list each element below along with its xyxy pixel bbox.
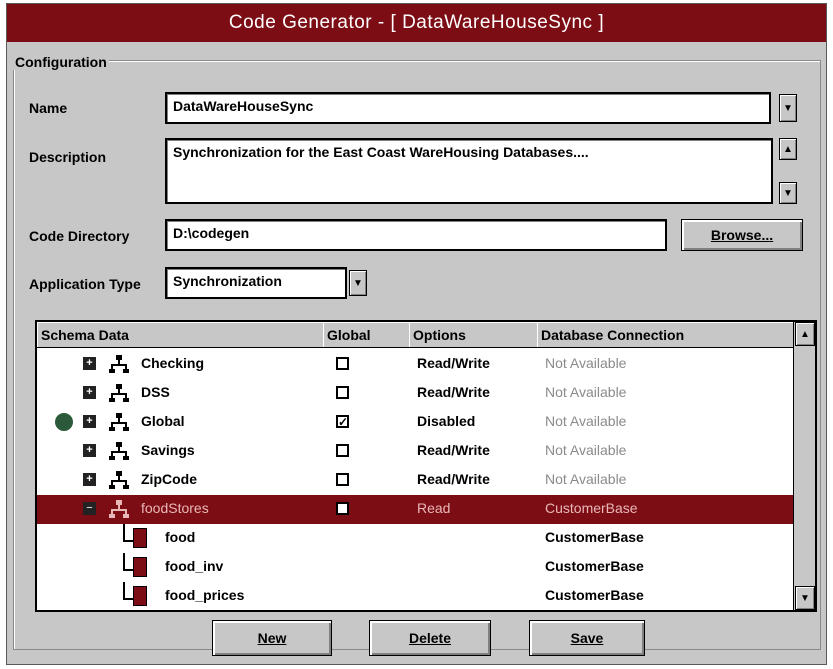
description-label: Description [29, 149, 107, 165]
schema-tree-icon [109, 499, 129, 519]
schema-tree-icon [109, 470, 129, 490]
database-connection-cell: Not Available [545, 355, 627, 371]
application-type-dropdown-button[interactable]: ▼ [349, 270, 367, 296]
schema-name-cell: foodStores [141, 500, 209, 516]
title-bar[interactable]: Code Generator - [ DataWareHouseSync ] [7, 4, 826, 42]
table-icon [133, 557, 147, 577]
schema-tree-icon [109, 383, 129, 403]
delete-button[interactable]: Delete [369, 620, 491, 656]
application-type-select[interactable]: Synchronization [165, 267, 347, 299]
expand-icon[interactable]: + [83, 473, 96, 486]
up-arrow-icon: ▲ [783, 143, 793, 155]
down-arrow-icon: ▼ [353, 277, 363, 289]
table-row[interactable]: + Savings Read/Write Not Available [37, 437, 793, 466]
description-scroll-down-button[interactable]: ▼ [779, 182, 797, 204]
grid-scroll-up-button[interactable]: ▲ [795, 322, 815, 346]
expand-icon[interactable]: + [83, 444, 96, 457]
database-connection-cell: Not Available [545, 471, 627, 487]
global-checkbox[interactable] [336, 357, 349, 370]
table-row[interactable]: + DSS Read/Write Not Available [37, 379, 793, 408]
tree-connector [123, 582, 133, 600]
code-directory-field[interactable]: D:\codegen [165, 219, 667, 251]
options-cell: Disabled [417, 413, 476, 429]
table-row[interactable]: food_prices CustomerBase [37, 582, 793, 610]
schema-name-cell: food [165, 529, 196, 545]
description-scroll-up-button[interactable]: ▲ [779, 138, 797, 160]
options-cell: Read/Write [417, 442, 490, 458]
grid-vertical-scrollbar[interactable]: ▲ ▼ [793, 322, 815, 610]
global-checkbox[interactable] [336, 473, 349, 486]
col-header-options[interactable]: Options [409, 322, 537, 348]
tree-connector [123, 524, 133, 542]
schema-tree-icon [109, 441, 129, 461]
grid-scroll-down-button[interactable]: ▼ [795, 586, 815, 610]
table-icon [133, 586, 147, 606]
configuration-group-label: Configuration [13, 54, 109, 70]
code-generator-window: Code Generator - [ DataWareHouseSync ] C… [6, 3, 827, 665]
window-title: Code Generator - [ DataWareHouseSync ] [228, 12, 605, 33]
options-cell: Read/Write [417, 471, 490, 487]
database-connection-cell: Not Available [545, 413, 627, 429]
table-icon [133, 528, 147, 548]
collapse-icon[interactable]: − [83, 502, 96, 515]
up-arrow-icon: ▲ [800, 328, 810, 340]
database-connection-cell: Not Available [545, 442, 627, 458]
name-field[interactable]: DataWareHouseSync [165, 92, 771, 124]
schema-name-cell: food_prices [165, 587, 245, 603]
col-header-global[interactable]: Global [323, 322, 409, 348]
col-header-schema-data[interactable]: Schema Data [37, 322, 323, 348]
code-directory-label: Code Directory [29, 228, 130, 244]
global-checkbox[interactable] [336, 386, 349, 399]
table-row[interactable]: + ZipCode Read/Write Not Available [37, 466, 793, 495]
options-cell: Read/Write [417, 355, 490, 371]
options-cell: Read/Write [417, 384, 490, 400]
options-cell: Read [417, 500, 451, 516]
schema-name-cell: Checking [141, 355, 205, 371]
name-label: Name [29, 100, 68, 116]
global-checkbox[interactable] [336, 502, 349, 515]
down-arrow-icon: ▼ [783, 102, 793, 114]
schema-name-cell: DSS [141, 384, 170, 400]
database-connection-cell: CustomerBase [545, 500, 638, 516]
schema-name-cell: ZipCode [141, 471, 197, 487]
schema-tree-icon [109, 354, 129, 374]
schema-name-cell: Global [141, 413, 185, 429]
down-arrow-icon: ▼ [800, 592, 810, 604]
table-row[interactable]: food CustomerBase [37, 524, 793, 553]
down-arrow-icon: ▼ [783, 187, 793, 199]
table-row[interactable]: food_inv CustomerBase [37, 553, 793, 582]
new-button[interactable]: New [212, 620, 332, 656]
global-checkbox[interactable]: ✓ [336, 415, 349, 428]
description-field[interactable]: Synchronization for the East Coast WareH… [165, 138, 773, 204]
browse-button[interactable]: Browse... [681, 219, 803, 251]
save-button[interactable]: Save [529, 620, 645, 656]
schema-grid: Schema Data Global Options Database Conn… [35, 320, 817, 612]
expand-icon[interactable]: + [83, 415, 96, 428]
table-row[interactable]: + ✓ Global Disabled Not Available [37, 408, 793, 437]
schema-name-cell: food_inv [165, 558, 224, 574]
database-connection-cell: CustomerBase [545, 587, 644, 603]
database-connection-cell: Not Available [545, 384, 627, 400]
schema-tree-icon [109, 412, 129, 432]
schema-name-cell: Savings [141, 442, 195, 458]
global-indicator-icon [55, 413, 73, 431]
global-checkbox[interactable] [336, 444, 349, 457]
database-connection-cell: CustomerBase [545, 529, 644, 545]
table-row[interactable]: + Checking Read/Write Not Available [37, 350, 793, 379]
expand-icon[interactable]: + [83, 357, 96, 370]
name-dropdown-button[interactable]: ▼ [779, 94, 797, 122]
col-header-database-connection[interactable]: Database Connection [537, 322, 793, 348]
database-connection-cell: CustomerBase [545, 558, 644, 574]
application-type-label: Application Type [29, 276, 141, 292]
expand-icon[interactable]: + [83, 386, 96, 399]
tree-connector [123, 553, 133, 571]
table-row[interactable]: − foodStores Read CustomerBase [37, 495, 793, 524]
